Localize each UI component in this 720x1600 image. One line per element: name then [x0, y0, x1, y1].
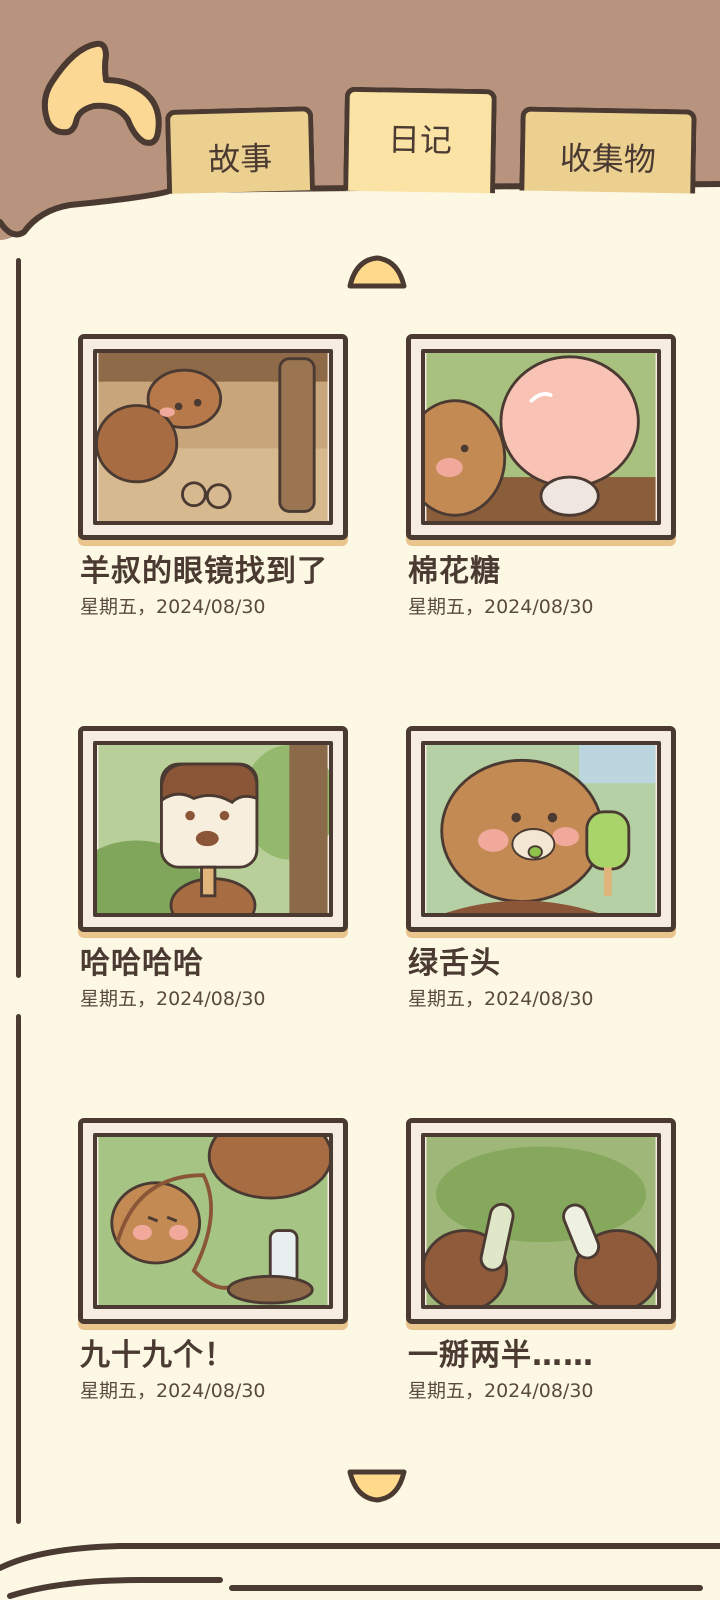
diary-grid: 羊叔的眼镜找到了 星期五，2024/08/30 棉花糖 星期五，2024/08/… — [0, 0, 720, 1600]
diary-title: 棉花糖 — [408, 554, 501, 589]
diary-date: 星期五，2024/08/30 — [80, 988, 266, 1010]
chevron-down-icon — [347, 1469, 407, 1503]
diary-photo-glasses — [78, 334, 348, 540]
diary-date: 星期五，2024/08/30 — [408, 988, 594, 1010]
diary-photo-popsicle — [78, 726, 348, 932]
diary-photo-marshmallow — [406, 334, 676, 540]
diary-photo-break-in-half — [406, 1118, 676, 1324]
diary-photo-jump-rope — [78, 1118, 348, 1324]
diary-photo-green-tongue — [406, 726, 676, 932]
diary-title: 一掰两半…… — [408, 1338, 594, 1373]
diary-date: 星期五，2024/08/30 — [408, 1380, 594, 1402]
diary-date: 星期五，2024/08/30 — [80, 596, 266, 618]
diary-title: 哈哈哈哈 — [80, 946, 204, 981]
diary-date: 星期五，2024/08/30 — [408, 596, 594, 618]
scroll-down-button[interactable] — [346, 1466, 408, 1504]
diary-title: 绿舌头 — [408, 946, 501, 981]
diary-date: 星期五，2024/08/30 — [80, 1380, 266, 1402]
diary-title: 九十九个！ — [80, 1338, 235, 1373]
diary-title: 羊叔的眼镜找到了 — [80, 554, 328, 589]
